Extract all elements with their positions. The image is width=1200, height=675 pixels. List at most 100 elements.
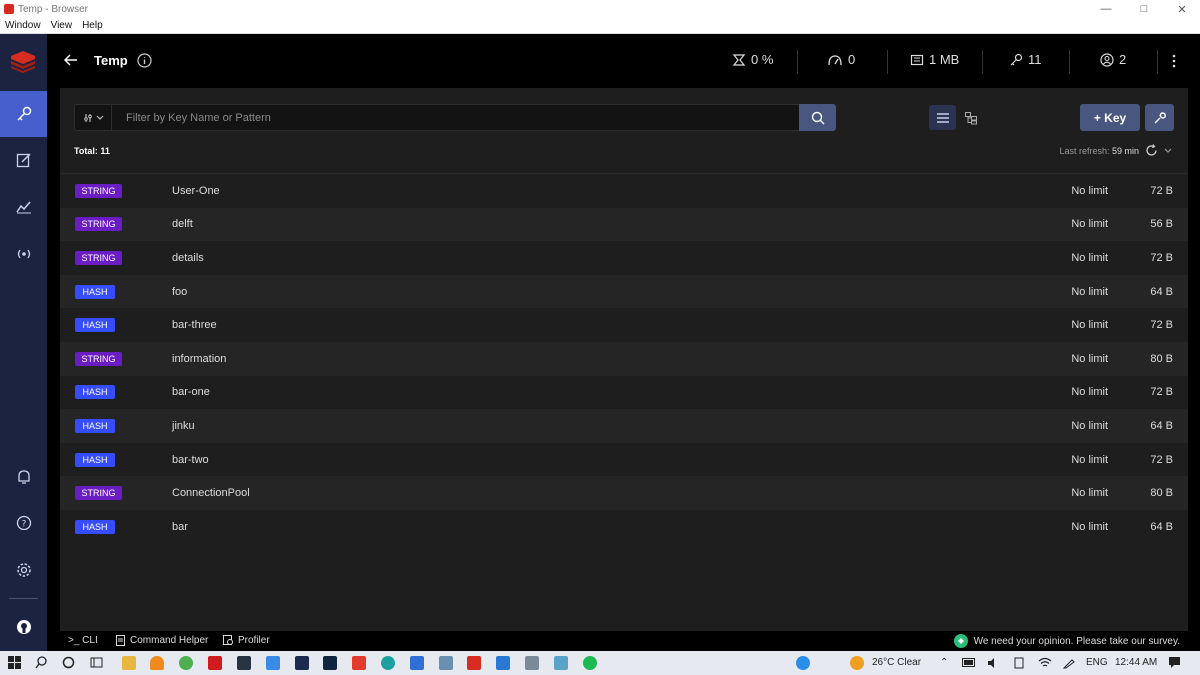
app-icon[interactable] xyxy=(439,656,453,670)
key-row[interactable]: STRING details No limit 72 B xyxy=(60,241,1188,275)
bell-icon xyxy=(17,470,30,484)
menu-help[interactable]: Help xyxy=(77,18,108,33)
key-row[interactable]: HASH bar-two No limit 72 B xyxy=(60,443,1188,477)
minimize-icon[interactable]: — xyxy=(1087,0,1125,18)
cortana-icon[interactable] xyxy=(62,656,75,669)
user-icon xyxy=(1100,52,1114,67)
key-row[interactable]: STRING User-One No limit 72 B xyxy=(60,174,1188,208)
key-row[interactable]: HASH bar No limit 64 B xyxy=(60,510,1188,544)
nav-help[interactable]: ? xyxy=(0,500,47,546)
key-ttl: No limit xyxy=(1071,419,1108,432)
key-type-badge: HASH xyxy=(75,452,115,467)
cli-button[interactable]: >_ CLI xyxy=(68,635,98,646)
key-name: bar-one xyxy=(172,386,210,399)
list-view-button[interactable] xyxy=(929,105,956,130)
show-hidden-icons[interactable]: ⌃ xyxy=(940,657,948,668)
key-name: bar xyxy=(172,520,188,533)
back-arrow-icon[interactable] xyxy=(64,54,78,66)
nav-pubsub[interactable] xyxy=(0,231,47,277)
key-row[interactable]: STRING information No limit 80 B xyxy=(60,341,1188,376)
vscode-icon[interactable] xyxy=(496,656,510,670)
key-type-badge: STRING xyxy=(75,351,122,366)
key-row[interactable]: STRING delft No limit 56 B xyxy=(60,207,1188,242)
wifi-icon[interactable] xyxy=(1038,657,1052,669)
calculator-icon[interactable] xyxy=(525,656,539,670)
search-icon xyxy=(811,111,825,125)
more-options-icon[interactable] xyxy=(1171,54,1177,68)
survey-link[interactable]: We need your opinion. Please take our su… xyxy=(953,634,1180,648)
help-icon[interactable] xyxy=(796,656,810,670)
nav-workbench[interactable] xyxy=(0,137,47,183)
key-type-filter-dropdown[interactable] xyxy=(75,105,112,130)
document-icon xyxy=(116,635,125,646)
chevron-down-icon xyxy=(96,115,103,120)
key-name: ConnectionPool xyxy=(172,487,250,500)
command-helper-button[interactable]: Command Helper xyxy=(115,635,208,646)
photoshop-icon[interactable] xyxy=(323,656,337,670)
last-refresh-value: 59 min xyxy=(1111,145,1139,156)
key-row[interactable]: HASH bar-three No limit 72 B xyxy=(60,308,1188,342)
key-row[interactable]: HASH bar-one No limit 72 B xyxy=(60,376,1188,410)
battery-icon[interactable] xyxy=(962,658,976,667)
redis-logo-icon[interactable] xyxy=(9,48,37,74)
windows-start-icon[interactable] xyxy=(8,656,21,669)
key-row[interactable]: HASH jinku No limit 64 B xyxy=(60,409,1188,443)
app-icon[interactable] xyxy=(410,656,424,670)
volume-icon[interactable] xyxy=(987,657,1000,669)
key-size: 56 B xyxy=(1150,218,1173,231)
stat-divider xyxy=(1157,50,1158,74)
edge-icon[interactable] xyxy=(381,656,395,670)
device-icon[interactable] xyxy=(1013,657,1025,669)
add-key-button[interactable]: + Key xyxy=(1080,104,1140,131)
nav-browser[interactable] xyxy=(0,91,47,137)
app-icon[interactable] xyxy=(295,656,309,670)
close-icon[interactable]: ✕ xyxy=(1163,0,1200,18)
chevron-down-icon[interactable] xyxy=(1164,148,1172,154)
app-icon[interactable] xyxy=(554,656,568,670)
menu-view[interactable]: View xyxy=(46,18,78,33)
vlc-icon[interactable] xyxy=(150,656,164,670)
key-row[interactable]: HASH foo No limit 64 B xyxy=(60,274,1188,309)
wrench-icon xyxy=(1154,111,1166,123)
search-icon[interactable] xyxy=(35,656,48,669)
info-icon[interactable] xyxy=(137,53,152,68)
key-size: 72 B xyxy=(1150,319,1173,332)
key-row[interactable]: STRING ConnectionPool No limit 80 B xyxy=(60,476,1188,510)
analytics-icon xyxy=(15,201,31,214)
nav-analysis[interactable] xyxy=(0,184,47,230)
nav-settings[interactable] xyxy=(0,547,47,593)
key-type-badge: HASH xyxy=(75,418,115,433)
menu-window[interactable]: Window xyxy=(0,18,46,33)
language-indicator[interactable]: ENG xyxy=(1086,657,1108,668)
bulk-actions-button[interactable] xyxy=(1145,104,1174,131)
spotify-icon[interactable] xyxy=(583,656,597,670)
svg-text:?: ? xyxy=(21,520,26,530)
keys-stat: 11 xyxy=(1009,52,1042,67)
key-filter-input[interactable] xyxy=(112,105,799,130)
clock[interactable]: 12:44 AM xyxy=(1115,657,1157,668)
profiler-button[interactable]: Profiler xyxy=(223,635,270,646)
task-view-icon[interactable] xyxy=(90,656,103,669)
search-button[interactable] xyxy=(799,104,836,131)
acrobat-icon[interactable] xyxy=(352,656,366,670)
netflix-icon[interactable] xyxy=(208,656,222,670)
chrome-icon[interactable] xyxy=(179,656,193,670)
weather-text[interactable]: 26°C Clear xyxy=(872,657,921,668)
nav-github[interactable] xyxy=(0,604,47,650)
survey-icon xyxy=(953,634,968,648)
nav-divider xyxy=(9,598,38,599)
help-icon: ? xyxy=(16,515,31,531)
nav-notifications[interactable] xyxy=(0,454,47,500)
pen-icon[interactable] xyxy=(1063,657,1075,669)
redisinsight-icon[interactable] xyxy=(467,656,481,670)
notification-center-icon[interactable] xyxy=(1168,656,1181,669)
app-icon[interactable] xyxy=(237,656,251,670)
file-explorer-icon[interactable] xyxy=(122,656,136,670)
app-icon[interactable] xyxy=(266,656,280,670)
weather-icon[interactable] xyxy=(850,656,864,670)
key-ttl: No limit xyxy=(1071,251,1108,264)
tree-view-button[interactable] xyxy=(957,105,984,130)
maximize-icon[interactable]: □ xyxy=(1125,0,1163,18)
refresh-icon[interactable] xyxy=(1145,144,1158,157)
clients-value: 2 xyxy=(1119,52,1127,67)
